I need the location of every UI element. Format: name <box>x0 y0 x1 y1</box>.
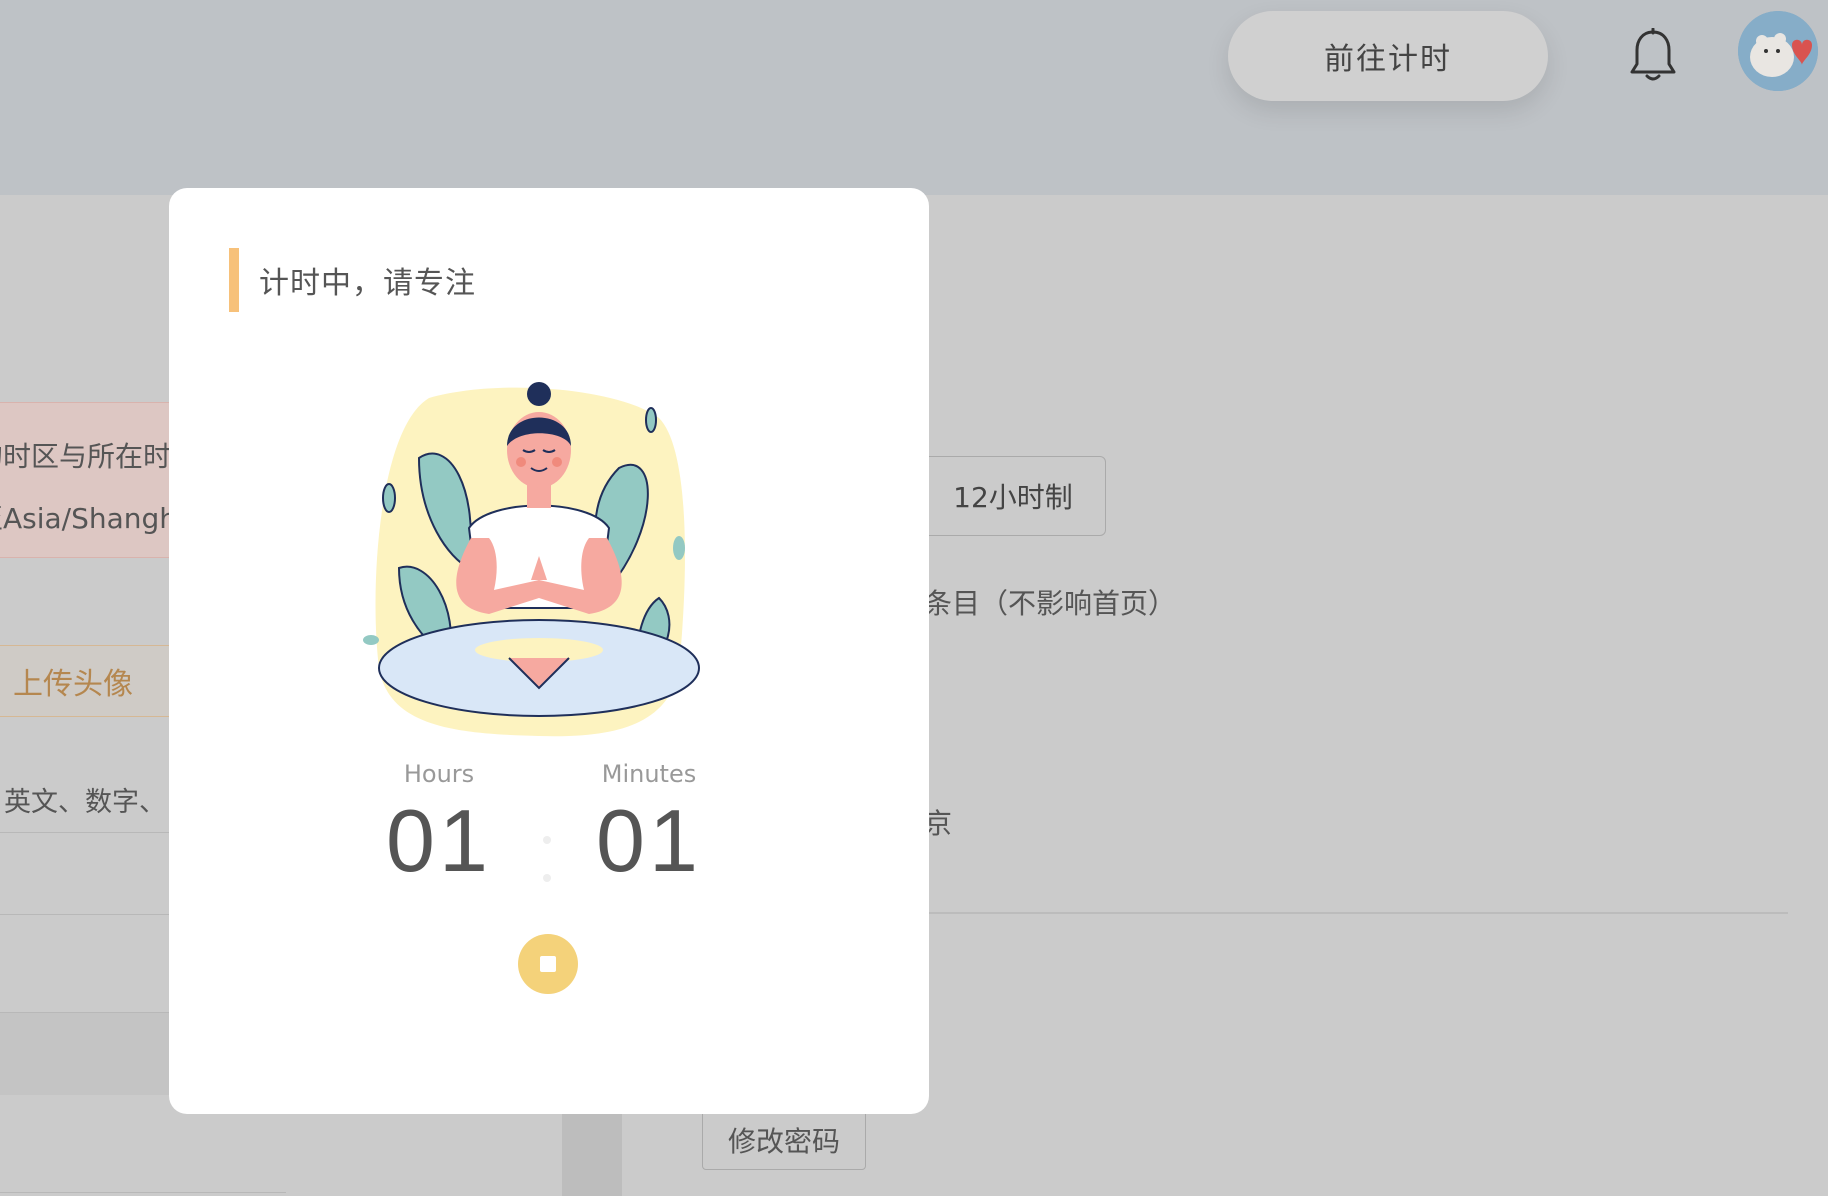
minutes-label: Minutes <box>601 760 697 788</box>
time-separator <box>541 828 553 888</box>
divider <box>920 912 1788 914</box>
meditation-illustration <box>359 368 719 748</box>
side-strip <box>562 1110 622 1196</box>
focus-timer-modal: 计时中，请专注 Hours Minutes 01 01 <box>169 188 929 1114</box>
minutes-value: 01 <box>596 791 702 890</box>
bell-icon[interactable] <box>1628 27 1678 84</box>
modal-title: 计时中，请专注 <box>259 266 476 301</box>
hours-value: 01 <box>386 791 492 890</box>
stop-timer-button[interactable] <box>518 934 578 994</box>
goto-timer-button[interactable]: 前往计时 <box>1228 11 1548 101</box>
divider <box>0 1192 286 1193</box>
avatar[interactable] <box>1738 11 1818 91</box>
hours-label: Hours <box>403 760 475 788</box>
change-password-button[interactable]: 修改密码 <box>702 1110 866 1170</box>
items-setting-text: 条目（不影响首页） <box>924 587 1177 620</box>
stop-icon <box>540 956 556 972</box>
title-accent-bar <box>229 248 239 312</box>
password-hint: 英文、数字、 <box>4 787 166 818</box>
top-header <box>0 0 1828 195</box>
12-hour-format-button[interactable]: 12小时制 <box>920 456 1106 536</box>
timezone-alert-line1: 的时区与所在时 <box>0 440 172 473</box>
